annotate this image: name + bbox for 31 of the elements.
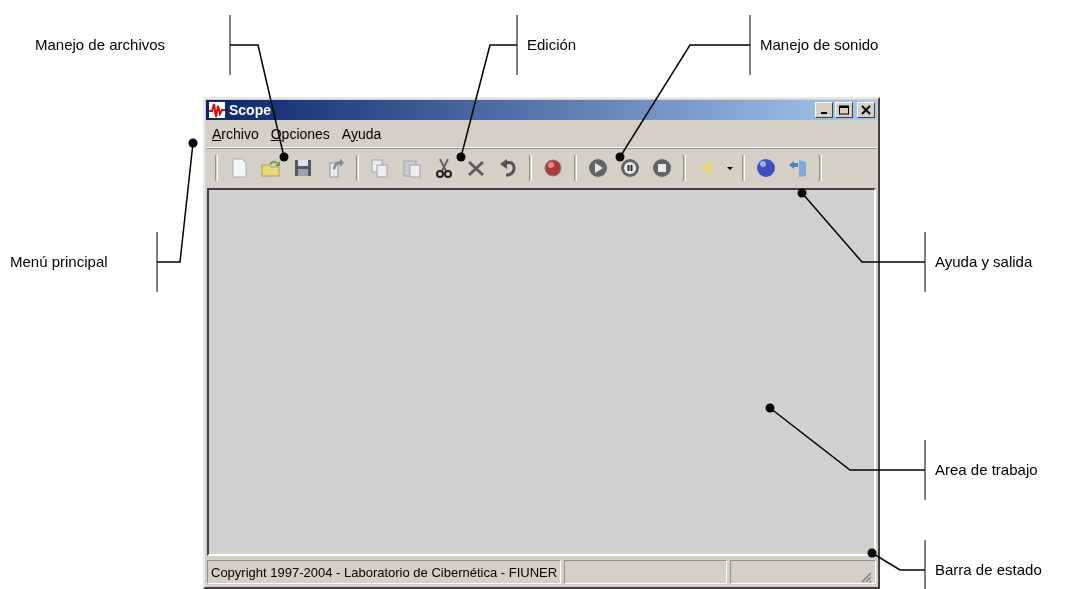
pause-icon — [619, 157, 641, 179]
help-icon — [755, 157, 777, 179]
waveform-icon — [208, 101, 226, 119]
callout-label: Edición — [527, 36, 577, 54]
play-icon — [587, 157, 609, 179]
stop-icon — [651, 157, 673, 179]
caret-icon — [727, 166, 733, 170]
copy-icon — [369, 157, 391, 179]
minimize-button[interactable] — [815, 102, 833, 118]
callout-label: Manejo de archivos — [35, 36, 166, 54]
leader-line — [867, 539, 926, 589]
speaker-icon — [702, 160, 712, 176]
resize-grip-icon — [860, 571, 872, 583]
scissors-icon — [433, 157, 455, 179]
callout-label: Ayuda y salida — [935, 253, 1033, 271]
menu-item[interactable]: Archivo — [208, 123, 263, 144]
callout-label: Menú principal — [10, 253, 108, 271]
record-icon — [542, 157, 564, 179]
minimize-icon — [821, 112, 827, 114]
callout-label: Manejo de sonido — [760, 36, 879, 54]
menu-item[interactable]: Ayuda — [337, 123, 386, 144]
status-text: Copyright 1997-2004 - Laboratorio de Cibernética - FIUNER — [207, 560, 562, 584]
callout-label: Barra de estado — [935, 561, 1042, 579]
door-arrow-icon — [787, 157, 809, 179]
maximize-button[interactable] — [835, 102, 853, 118]
callout-label: Area de trabajo — [935, 461, 1038, 479]
clipboard-icon — [401, 157, 423, 179]
close-icon — [860, 105, 872, 115]
window-title: Scope — [229, 102, 271, 118]
maximize-icon — [838, 105, 850, 115]
close-button[interactable] — [857, 102, 875, 118]
